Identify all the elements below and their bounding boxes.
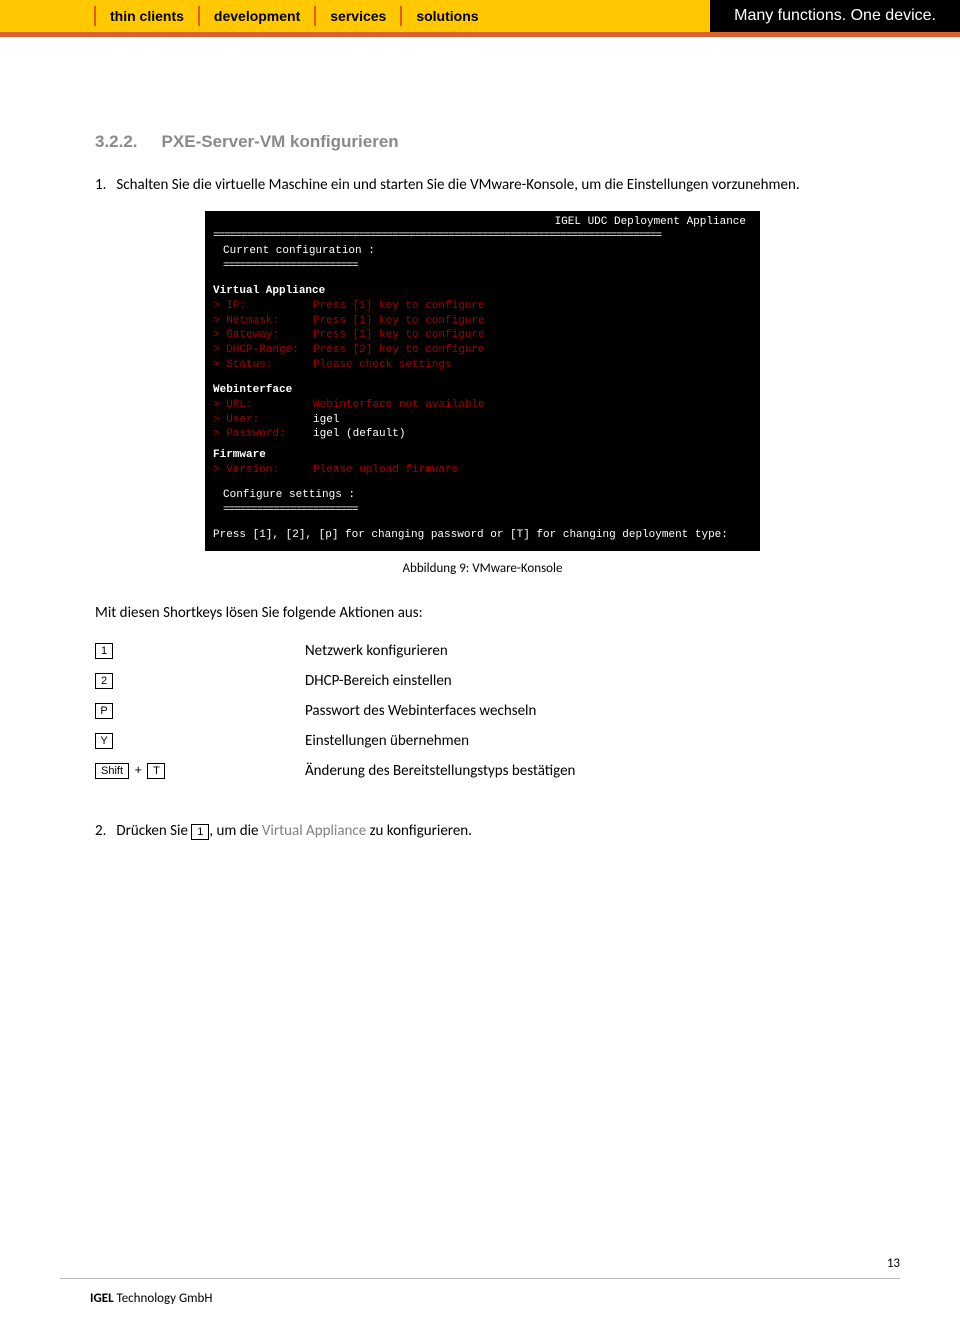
nav-services[interactable]: services: [330, 8, 386, 24]
virtual-appliance-link[interactable]: Virtual Appliance: [262, 822, 366, 840]
nav-divider: [314, 6, 316, 26]
step-2-pre: Drücken Sie: [116, 822, 191, 840]
step-1: 1. Schalten Sie die virtuelle Maschine ei…: [95, 174, 880, 197]
page-content: 3.2.2. PXE-Server-VM konfigurieren 1. Scha…: [0, 37, 960, 842]
key-p: P: [95, 703, 113, 719]
shortkey-desc: DHCP-Bereich einstellen: [305, 672, 452, 690]
terminal-current-conf: Current configuration :: [213, 244, 752, 259]
key-1: 1: [95, 643, 113, 659]
step-2: 2. Drücken Sie 1, um die Virtual Applianc…: [95, 820, 880, 843]
key-1-inline: 1: [191, 824, 209, 840]
shortkey-row: Y Einstellungen übernehmen: [95, 732, 880, 750]
terminal-fw-header: Firmware: [213, 448, 752, 463]
nav-divider: [400, 6, 402, 26]
header-nav: thin clients development services soluti…: [0, 0, 479, 32]
nav-solutions[interactable]: solutions: [416, 8, 478, 24]
shortkey-row: Shift + T Änderung des Bereitstellungsty…: [95, 762, 880, 780]
nav-thin-clients[interactable]: thin clients: [110, 8, 184, 24]
header-bar: thin clients development services soluti…: [0, 0, 960, 32]
vmware-console-screenshot: IGEL UDC Deployment Appliance ==========…: [205, 211, 760, 551]
footer-divider: [60, 1278, 900, 1279]
key-t: T: [147, 763, 165, 779]
step-2-mid: , um die: [209, 822, 262, 840]
shortkey-desc: Netzwerk konfigurieren: [305, 642, 448, 660]
shortkey-row: 1 Netzwerk konfigurieren: [95, 642, 880, 660]
footer-brand: IGEL Technology GmbH: [60, 1291, 900, 1306]
shortkey-row: 2 DHCP-Bereich einstellen: [95, 672, 880, 690]
section-heading: 3.2.2. PXE-Server-VM konfigurieren: [95, 132, 880, 152]
step-2-post: zu konfigurieren.: [366, 822, 472, 840]
shortkey-desc: Passwort des Webinterfaces wechseln: [305, 702, 536, 720]
nav-divider: [94, 6, 96, 26]
header-tagline: Many functions. One device.: [710, 0, 960, 32]
terminal-wi-header: Webinterface: [213, 383, 752, 398]
section-title: PXE-Server-VM konfigurieren: [162, 132, 399, 151]
step-1-num: 1.: [95, 176, 106, 194]
footer-brand-bold: IGEL: [90, 1291, 114, 1306]
key-shift: Shift: [95, 763, 129, 779]
shortkey-desc: Einstellungen übernehmen: [305, 732, 469, 750]
terminal-va-header: Virtual Appliance: [213, 284, 752, 299]
nav-development[interactable]: development: [214, 8, 300, 24]
section-number: 3.2.2.: [95, 132, 138, 151]
shortkey-table: 1 Netzwerk konfigurieren 2 DHCP-Bereich …: [95, 642, 880, 780]
step-2-num: 2.: [95, 822, 106, 840]
step-1-text: Schalten Sie die virtuelle Maschine ein …: [116, 176, 799, 194]
page-number: 13: [887, 1256, 900, 1271]
key-2: 2: [95, 673, 113, 689]
plus-icon: +: [135, 763, 141, 778]
shortkey-desc: Änderung des Bereitstellungstyps bestäti…: [305, 762, 575, 780]
page-footer: 13 IGEL Technology GmbH: [60, 1278, 900, 1306]
terminal-conf-settings: Configure settings :: [213, 488, 752, 503]
nav-divider: [198, 6, 200, 26]
key-y: Y: [95, 733, 113, 749]
figure-caption: Abbildung 9: VMware-Konsole: [205, 561, 760, 576]
terminal-bottom-hint: Press [1], [2], [p] for changing passwor…: [213, 528, 752, 543]
shortkey-row: P Passwort des Webinterfaces wechseln: [95, 702, 880, 720]
footer-brand-rest: Technology GmbH: [114, 1291, 213, 1306]
shortkeys-intro: Mit diesen Shortkeys lösen Sie folgende …: [95, 604, 880, 622]
terminal-title: IGEL UDC Deployment Appliance: [213, 215, 752, 230]
